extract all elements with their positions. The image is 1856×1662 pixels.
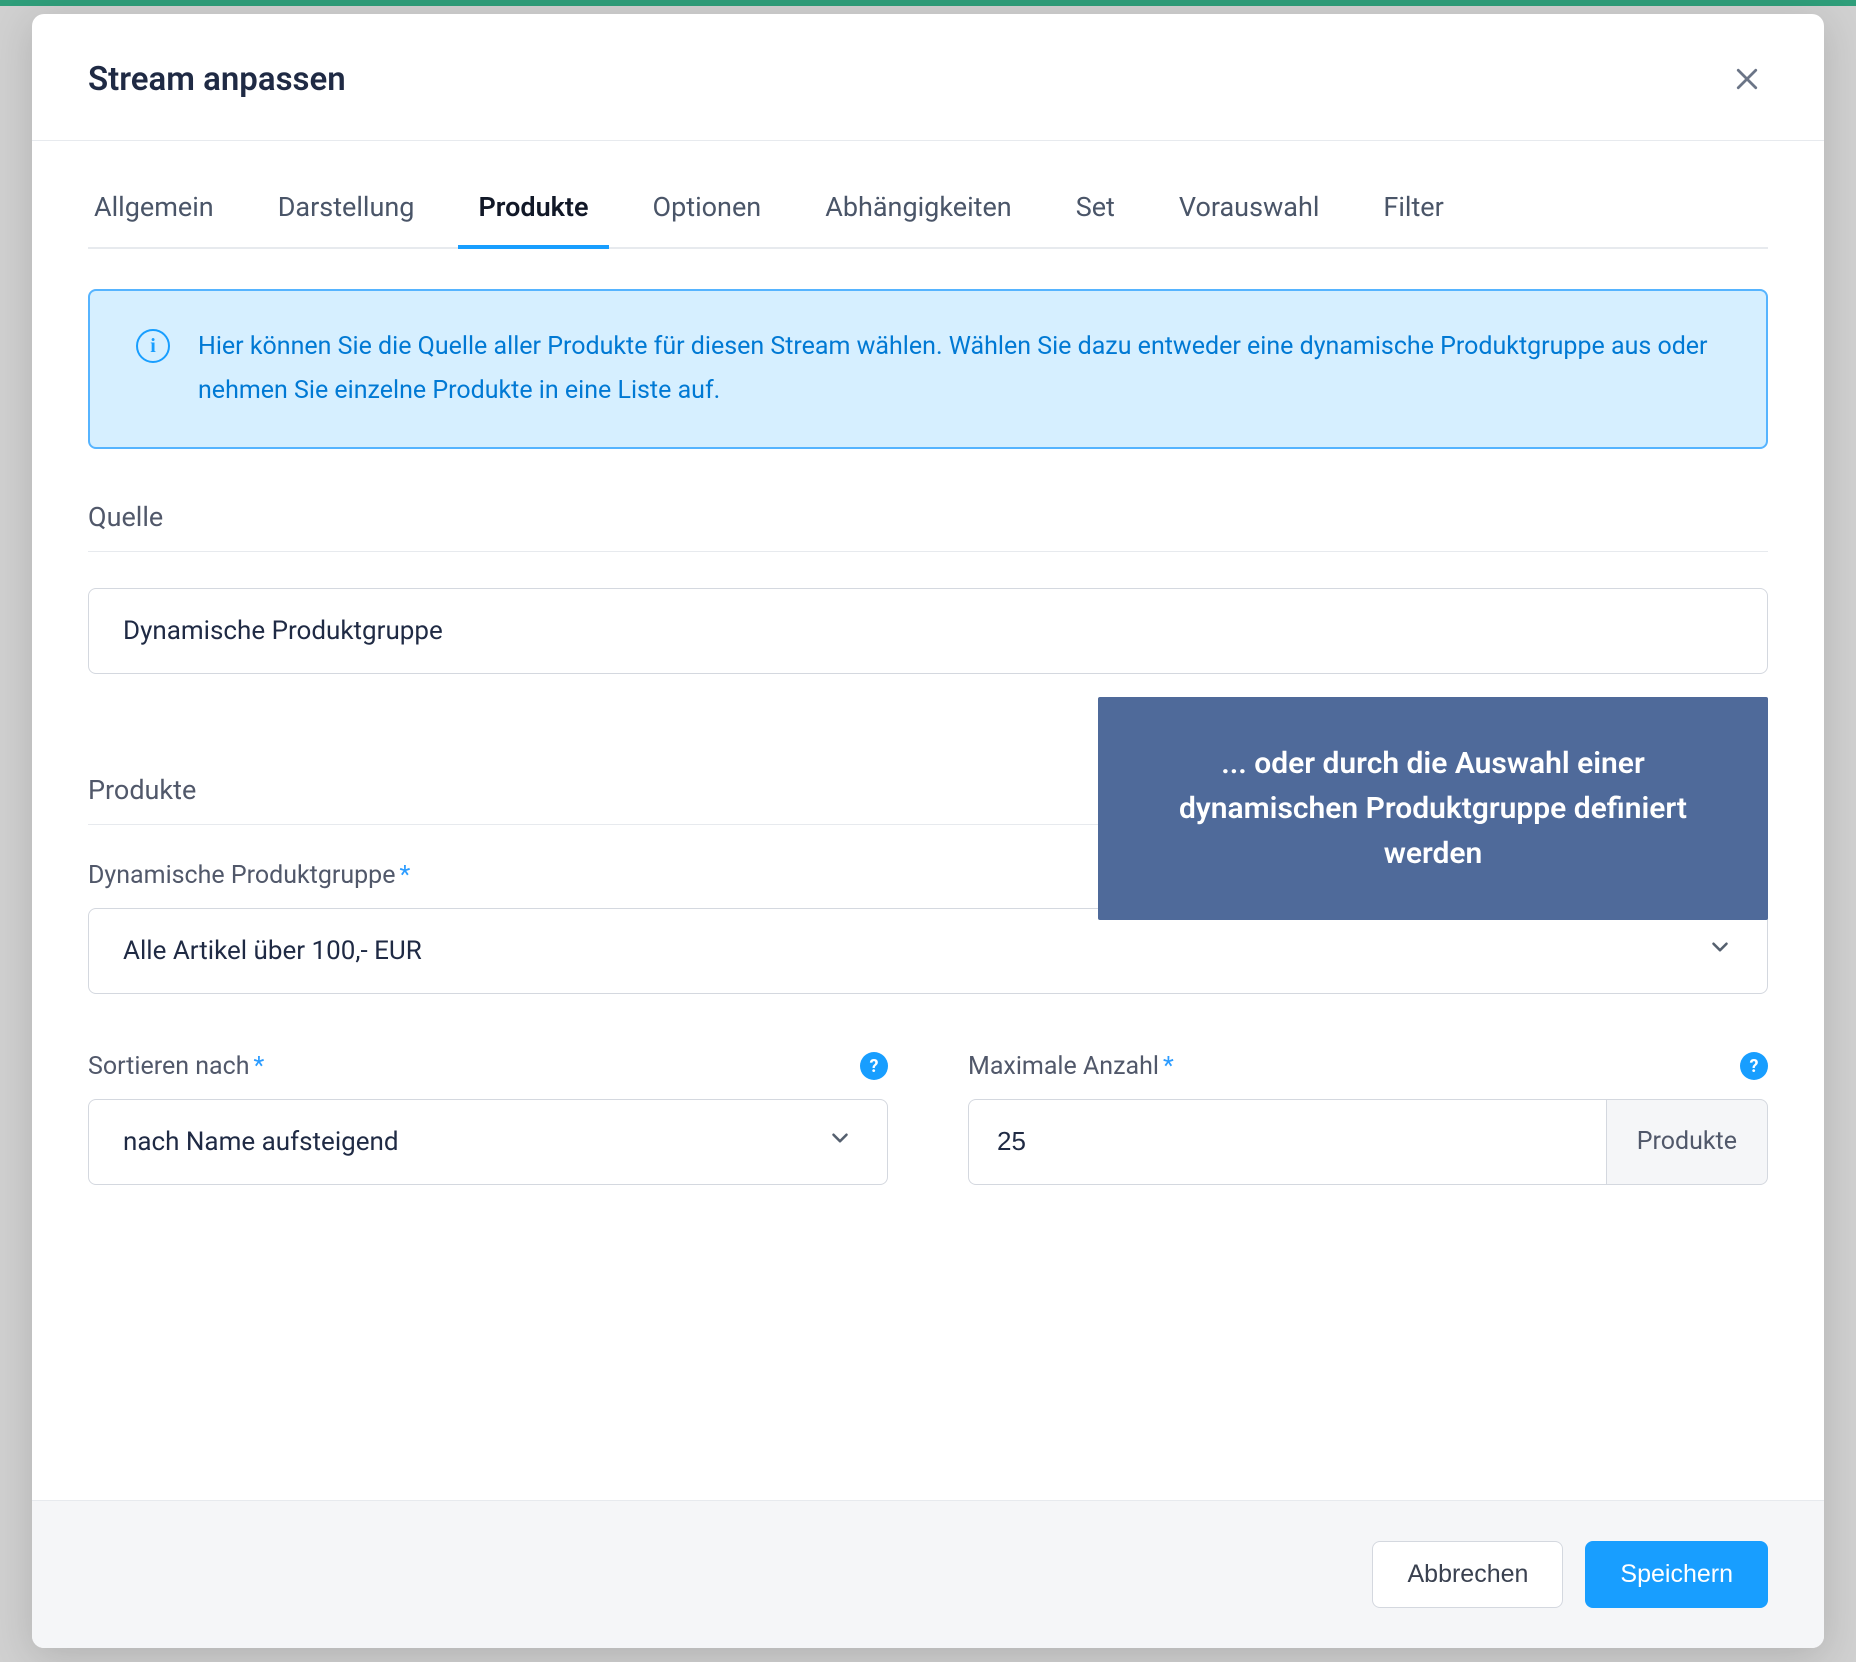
max-suffix: Produkte [1606, 1099, 1768, 1185]
help-icon[interactable]: ? [860, 1052, 888, 1080]
info-banner: i Hier können Sie die Quelle aller Produ… [88, 289, 1768, 449]
cancel-button[interactable]: Abbrechen [1372, 1541, 1563, 1608]
modal-header: Stream anpassen [32, 14, 1824, 141]
save-button[interactable]: Speichern [1585, 1541, 1768, 1608]
section-source-label: Quelle [88, 501, 1768, 552]
modal-body: Allgemein Darstellung Produkte Optionen … [32, 141, 1824, 1500]
tab-vorauswahl[interactable]: Vorauswahl [1173, 171, 1326, 247]
annotation-tooltip: ... oder durch die Auswahl einer dynamis… [1098, 697, 1768, 920]
tab-filter[interactable]: Filter [1377, 171, 1449, 247]
sort-field: Sortieren nach* ? nach Name aufsteigend [88, 1052, 888, 1185]
sort-label-row: Sortieren nach* ? [88, 1052, 888, 1081]
app-top-accent [0, 0, 1856, 6]
dyn-group-label: Dynamische Produktgruppe* [88, 861, 410, 890]
info-icon: i [136, 329, 170, 363]
max-input[interactable] [968, 1099, 1606, 1185]
close-icon [1732, 64, 1762, 94]
tab-set[interactable]: Set [1070, 171, 1121, 247]
source-select[interactable]: Dynamische Produktgruppe [88, 588, 1768, 674]
close-button[interactable] [1726, 58, 1768, 100]
chevron-down-icon [1707, 934, 1733, 967]
modal-title: Stream anpassen [88, 60, 346, 99]
max-field: Maximale Anzahl* ? Produkte [968, 1052, 1768, 1185]
chevron-down-icon [827, 1125, 853, 1158]
sort-label: Sortieren nach* [88, 1052, 264, 1081]
edit-stream-modal: Stream anpassen Allgemein Darstellung Pr… [32, 14, 1824, 1648]
max-label-row: Maximale Anzahl* ? [968, 1052, 1768, 1081]
tab-darstellung[interactable]: Darstellung [272, 171, 421, 247]
tab-optionen[interactable]: Optionen [647, 171, 768, 247]
sort-select[interactable]: nach Name aufsteigend [88, 1099, 888, 1185]
tab-allgemein[interactable]: Allgemein [88, 171, 220, 247]
max-label: Maximale Anzahl* [968, 1052, 1174, 1081]
modal-footer: Abbrechen Speichern [32, 1500, 1824, 1648]
tab-abhaengigkeiten[interactable]: Abhängigkeiten [819, 171, 1018, 247]
sort-select-value: nach Name aufsteigend [123, 1127, 399, 1157]
dyn-group-select-value: Alle Artikel über 100,- EUR [123, 936, 422, 966]
tab-produkte[interactable]: Produkte [472, 171, 594, 247]
help-icon[interactable]: ? [1740, 1052, 1768, 1080]
max-input-group: Produkte [968, 1099, 1768, 1185]
info-text: Hier können Sie die Quelle aller Produkt… [198, 325, 1720, 413]
dyn-group-select[interactable]: Alle Artikel über 100,- EUR [88, 908, 1768, 994]
tab-bar: Allgemein Darstellung Produkte Optionen … [88, 171, 1768, 249]
source-select-value: Dynamische Produktgruppe [123, 616, 443, 646]
